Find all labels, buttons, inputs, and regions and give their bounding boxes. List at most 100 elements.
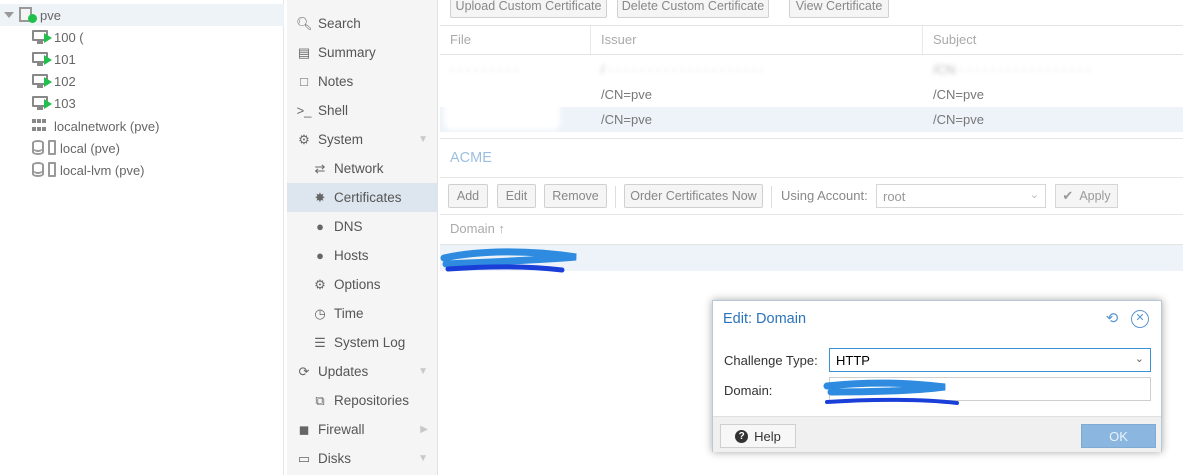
nav-item-label: Repositories: [334, 393, 410, 408]
reset-icon[interactable]: ⟲: [1103, 310, 1121, 328]
chevron-down-icon[interactable]: ⌄: [1135, 352, 1144, 365]
nav-item-certificates[interactable]: ✸ Certificates: [287, 183, 438, 212]
collapse-chevron-icon: ▼: [418, 134, 428, 145]
chevron-down-icon[interactable]: ⌄: [1030, 188, 1039, 201]
tree-vm-103[interactable]: 103: [0, 92, 284, 114]
nav-item-firewall[interactable]: ◼ Firewall ▶: [287, 415, 438, 444]
nav-item-search[interactable]: 🔍︎ Search: [287, 9, 438, 38]
nav-item-system[interactable]: ⚙ System ▼: [287, 125, 438, 154]
domains-grid-header: Domain ↑: [440, 214, 1183, 245]
nav-item-shell[interactable]: >_ Shell: [287, 96, 438, 125]
tree-vm-label: 103: [54, 95, 76, 111]
nav-item-label: Time: [334, 306, 364, 321]
column-header-issuer[interactable]: Issuer: [591, 26, 923, 54]
tree-sdn-localnetwork[interactable]: localnetwork (pve): [0, 115, 284, 137]
tree-storage-label: local (pve): [60, 140, 120, 156]
sdn-grid-icon: [32, 119, 48, 133]
apply-button[interactable]: ✔ Apply: [1055, 184, 1118, 208]
question-icon: ?: [735, 429, 749, 443]
nav-item-label: Search: [318, 16, 361, 31]
tree-storage-label: local-lvm (pve): [60, 162, 145, 178]
tree-node-pve[interactable]: pve: [0, 4, 284, 26]
globe-icon: ●: [316, 248, 324, 263]
nav-item-disks[interactable]: ▭ Disks ▼: [287, 444, 438, 473]
column-header-file[interactable]: File: [440, 26, 591, 54]
add-domain-button[interactable]: Add: [448, 184, 488, 208]
redacted-cell: /CN · · · · · · · · · · · · · · · · ·: [933, 62, 1091, 77]
redacted-cell: / · · · · · · · · · · · · · · · · · · · …: [601, 62, 764, 77]
tree-storage-local[interactable]: local (pve): [0, 137, 284, 159]
tree-vm-101[interactable]: 101: [0, 48, 284, 70]
column-header-subject[interactable]: Subject: [923, 26, 1183, 54]
delete-certificate-button[interactable]: Delete Custom Certificate: [617, 0, 769, 18]
help-button-label: Help: [754, 428, 781, 444]
challenge-type-select[interactable]: HTTP ⌄: [829, 348, 1151, 372]
vm-running-icon: [32, 30, 52, 44]
terminal-icon: >_: [296, 103, 312, 118]
nav-item-summary[interactable]: ▤ Summary: [287, 38, 438, 67]
redaction-blur: [444, 96, 560, 130]
apply-button-label: Apply: [1079, 189, 1111, 203]
storage-icon: [32, 140, 58, 156]
subject-cell: /CN=pve: [933, 87, 984, 102]
table-row[interactable]: · · · · · · · · · / · · · · · · · · · · …: [440, 57, 1183, 82]
files-icon: ⧉: [315, 392, 325, 408]
account-label: Using Account:: [781, 188, 868, 203]
nav-item-time[interactable]: ◷ Time: [287, 299, 438, 328]
check-icon: ✔: [1062, 188, 1074, 203]
ok-button[interactable]: OK: [1081, 424, 1156, 448]
expand-chevron-icon: ▶: [420, 424, 428, 435]
expand-caret-icon[interactable]: [4, 12, 14, 18]
nav-item-label: System Log: [334, 335, 406, 350]
nav-item-label: Hosts: [334, 248, 369, 263]
edit-domain-button[interactable]: Edit: [497, 184, 536, 208]
collapse-chevron-icon: ▼: [418, 453, 428, 464]
close-icon[interactable]: ✕: [1131, 310, 1149, 328]
acme-section-title: ACME: [450, 150, 492, 166]
nav-item-hosts[interactable]: ● Hosts: [287, 241, 438, 270]
nav-item-notes[interactable]: □ Notes: [287, 67, 438, 96]
tree-vm-100[interactable]: 100 (: [0, 26, 284, 48]
list-icon: ☰: [314, 334, 326, 350]
nav-item-label: Summary: [318, 45, 376, 60]
redacted-cell: · · · · · · · · ·: [450, 62, 518, 77]
column-header-domain[interactable]: Domain ↑: [440, 215, 1183, 243]
challenge-type-value: HTTP: [836, 353, 870, 368]
nav-item-repositories[interactable]: ⧉ Repositories: [287, 386, 438, 415]
dialog-header[interactable]: Edit: Domain ⟲ ✕: [713, 301, 1161, 337]
nav-item-label: Shell: [318, 103, 349, 118]
issuer-cell: /CN=pve: [601, 112, 652, 127]
nav-item-network[interactable]: ⇄ Network: [287, 154, 438, 183]
clock-icon: ◷: [314, 305, 326, 321]
nav-item-dns[interactable]: ● DNS: [287, 212, 438, 241]
nav-item-updates[interactable]: ⟳ Updates ▼: [287, 357, 438, 386]
order-certificates-button[interactable]: Order Certificates Now: [624, 184, 763, 208]
nav-item-label: Certificates: [334, 190, 402, 205]
view-certificate-button[interactable]: View Certificate: [789, 0, 889, 18]
book-icon: ▤: [297, 44, 311, 60]
tree-storage-local-lvm[interactable]: local-lvm (pve): [0, 159, 284, 181]
refresh-icon: ⟳: [298, 363, 310, 379]
vm-running-icon: [32, 52, 52, 66]
tree-node-label: pve: [40, 7, 61, 23]
nav-item-label: Notes: [318, 74, 354, 89]
toolbar-separator: [615, 186, 616, 208]
edit-domain-dialog: Edit: Domain ⟲ ✕ Challenge Type: HTTP ⌄ …: [712, 300, 1162, 452]
redaction-scribble: [440, 248, 577, 273]
vm-running-icon: [32, 74, 52, 88]
help-button[interactable]: ? Help: [720, 424, 796, 448]
upload-certificate-button[interactable]: Upload Custom Certificate: [450, 0, 607, 18]
tree-vm-label: 102: [54, 73, 76, 89]
account-select[interactable]: root ⌄: [876, 184, 1046, 208]
issuer-cell: /CN=pve: [601, 87, 652, 102]
nav-item-system-log[interactable]: ☰ System Log: [287, 328, 438, 357]
challenge-type-label: Challenge Type:: [724, 353, 818, 368]
nav-item-label: Options: [334, 277, 381, 292]
account-select-value: root: [883, 189, 906, 204]
tree-vm-102[interactable]: 102: [0, 70, 284, 92]
nav-item-options[interactable]: ⚙ Options: [287, 270, 438, 299]
toolbar-separator: [771, 186, 772, 208]
shield-icon: ◼: [298, 421, 310, 437]
drive-icon: ▭: [297, 450, 311, 466]
remove-domain-button[interactable]: Remove: [544, 184, 607, 208]
